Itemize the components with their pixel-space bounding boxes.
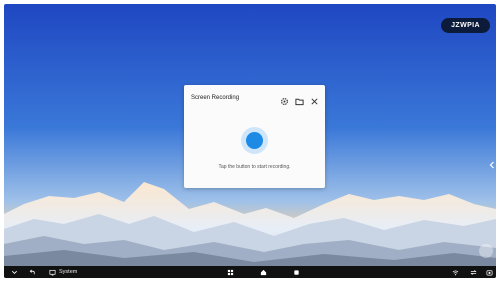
screen-recording-dialog: Screen Recording Tap the button to start…	[184, 85, 325, 188]
layers-icon[interactable]	[292, 268, 300, 276]
gear-icon[interactable]	[280, 93, 289, 105]
system-icon[interactable]	[48, 268, 56, 276]
system-label[interactable]: System	[59, 269, 77, 275]
home-icon[interactable]	[259, 268, 267, 276]
floating-toolbar-button[interactable]	[479, 244, 493, 258]
apps-grid-icon[interactable]	[226, 268, 234, 276]
side-chevron-left-icon[interactable]	[489, 161, 495, 169]
wifi-icon[interactable]	[451, 268, 459, 276]
back-icon[interactable]	[28, 268, 36, 276]
taskbar: System	[4, 266, 496, 278]
user-badge[interactable]: JZWPIA	[441, 18, 490, 33]
chevron-down-icon[interactable]	[10, 268, 18, 276]
dialog-title: Screen Recording	[191, 95, 240, 101]
dialog-actions	[280, 93, 319, 106]
user-badge-label: JZWPIA	[451, 22, 480, 29]
folder-icon[interactable]	[295, 93, 304, 106]
start-recording-button[interactable]	[241, 127, 268, 154]
swap-icon[interactable]	[469, 268, 477, 276]
record-dot-icon	[246, 132, 263, 149]
screenshot-icon[interactable]	[485, 268, 493, 276]
dialog-hint: Tap the button to start recording.	[218, 164, 291, 170]
close-icon[interactable]	[310, 93, 319, 105]
desktop-screen: JZWPIA Screen Recording Tap the button t…	[4, 4, 496, 278]
